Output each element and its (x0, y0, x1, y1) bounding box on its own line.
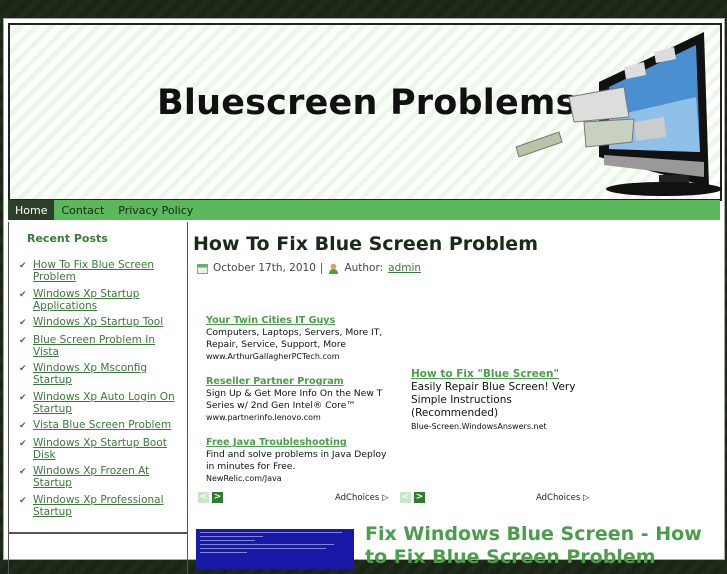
recent-posts-heading: Recent Posts (27, 232, 108, 245)
post-date: October 17th, 2010 (213, 262, 316, 274)
list-item: ✔ Windows Xp Auto Login On Startup (19, 391, 179, 415)
checkmark-icon: ✔ (19, 467, 27, 477)
ad-prev-button[interactable]: < (400, 492, 411, 503)
checkmark-icon: ✔ (19, 364, 27, 374)
calendar-icon (197, 263, 208, 274)
ad-unit: Free Java Troubleshooting Find and solve… (206, 437, 391, 485)
recent-post-link[interactable]: Windows Xp Startup Boot Disk (33, 437, 179, 461)
checkmark-icon: ✔ (19, 261, 27, 271)
ad-title[interactable]: Reseller Partner Program (206, 376, 391, 388)
ad-url[interactable]: Blue-Screen.WindowsAnswers.net (411, 420, 581, 433)
feature-heading[interactable]: Fix Windows Blue Screen - How to Fix Blu… (365, 523, 715, 569)
list-item: ✔ Windows Xp Startup Tool (19, 316, 179, 329)
checkmark-icon: ✔ (19, 495, 27, 506)
main-content: How To Fix Blue Screen Problem October 1… (192, 223, 722, 569)
checkmark-icon: ✔ (19, 318, 27, 328)
author-icon (329, 263, 339, 274)
ad-title[interactable]: How to Fix "Blue Screen" (411, 368, 581, 381)
list-item: ✔ Windows Xp Msconfig Startup (19, 362, 179, 386)
recent-post-link[interactable]: Windows Xp Professional Startup (33, 494, 179, 518)
checkmark-icon: ✔ (19, 421, 27, 431)
site-header: Bluescreen Problems (8, 23, 722, 201)
recent-post-link[interactable]: Windows Xp Msconfig Startup (33, 362, 179, 386)
recent-post-link[interactable]: Blue Screen Problem In Vista (33, 334, 179, 358)
monitor-money-illustration (515, 32, 722, 196)
ad-pager-left: < > (198, 492, 223, 503)
ad-title[interactable]: Free Java Troubleshooting (206, 437, 391, 449)
post-meta: October 17th, 2010 | Author: admin (197, 262, 421, 274)
adchoices-link[interactable]: AdChoices ▷ (536, 493, 590, 503)
checkmark-icon: ✔ (19, 289, 27, 300)
ad-body: Sign Up & Get More Info On the New T Ser… (206, 388, 383, 411)
nav-privacy-policy[interactable]: Privacy Policy (111, 200, 200, 220)
checkmark-icon: ✔ (19, 392, 27, 403)
list-item: ✔ Windows Xp Frozen At Startup (19, 465, 179, 489)
recent-post-link[interactable]: Windows Xp Startup Tool (33, 316, 163, 329)
ad-unit: Your Twin Cities IT Guys Computers, Lapt… (206, 315, 391, 363)
recent-post-link[interactable]: Vista Blue Screen Problem (33, 419, 171, 432)
author-link[interactable]: admin (388, 262, 421, 274)
list-item: ✔ Windows Xp Professional Startup (19, 494, 179, 518)
recent-post-link[interactable]: How To Fix Blue Screen Problem (33, 259, 179, 283)
sidebar-next-widget (8, 534, 188, 574)
ad-url[interactable]: NewRelic.com/Java (206, 473, 391, 485)
ad-unit: How to Fix "Blue Screen" Easily Repair B… (411, 368, 581, 433)
ad-unit: Reseller Partner Program Sign Up & Get M… (206, 376, 391, 424)
list-item: ✔ Windows Xp Startup Boot Disk (19, 437, 179, 461)
ad-url[interactable]: www.ArthurGallagherPCTech.com (206, 351, 391, 363)
bluescreen-thumbnail[interactable] (196, 529, 354, 569)
checkmark-icon: ✔ (19, 438, 27, 449)
ad-body: Computers, Laptops, Servers, More IT, Re… (206, 327, 383, 350)
ad-pager-right: < > (400, 492, 425, 503)
ad-body: Find and solve problems in Java Deploy i… (206, 449, 387, 472)
ad-title[interactable]: Your Twin Cities IT Guys (206, 315, 391, 327)
list-item: ✔ Vista Blue Screen Problem (19, 419, 179, 432)
meta-separator: | (319, 262, 324, 274)
list-item: ✔ Blue Screen Problem In Vista (19, 334, 179, 358)
nav-contact[interactable]: Contact (54, 200, 111, 220)
list-item: ✔ How To Fix Blue Screen Problem (19, 259, 179, 283)
list-item: ✔ Windows Xp Startup Applications (19, 288, 179, 312)
post-title[interactable]: How To Fix Blue Screen Problem (193, 233, 538, 255)
nav-home[interactable]: Home (8, 200, 55, 220)
recent-post-link[interactable]: Windows Xp Startup Applications (33, 288, 179, 312)
ad-url[interactable]: www.partnerinfo.lenovo.com (206, 412, 391, 424)
ad-body: Easily Repair Blue Screen! Very Simple I… (411, 381, 576, 419)
recent-post-link[interactable]: Windows Xp Frozen At Startup (33, 465, 179, 489)
recent-post-link[interactable]: Windows Xp Auto Login On Startup (33, 391, 179, 415)
page-wrapper: Bluescreen Problems Home Contact Privacy… (3, 18, 725, 574)
main-nav: Home Contact Privacy Policy (8, 200, 720, 220)
checkmark-icon: ✔ (19, 335, 27, 346)
ad-next-button[interactable]: > (414, 492, 425, 503)
ad-next-button[interactable]: > (212, 492, 223, 503)
adchoices-link[interactable]: AdChoices ▷ (335, 493, 389, 503)
recent-posts-list: ✔ How To Fix Blue Screen Problem ✔ Windows… (19, 259, 179, 522)
ad-prev-button[interactable]: < (198, 492, 209, 503)
author-label: Author: (344, 262, 384, 274)
sidebar-recent-posts: Recent Posts ✔ How To Fix Blue Screen Pro… (8, 222, 188, 534)
